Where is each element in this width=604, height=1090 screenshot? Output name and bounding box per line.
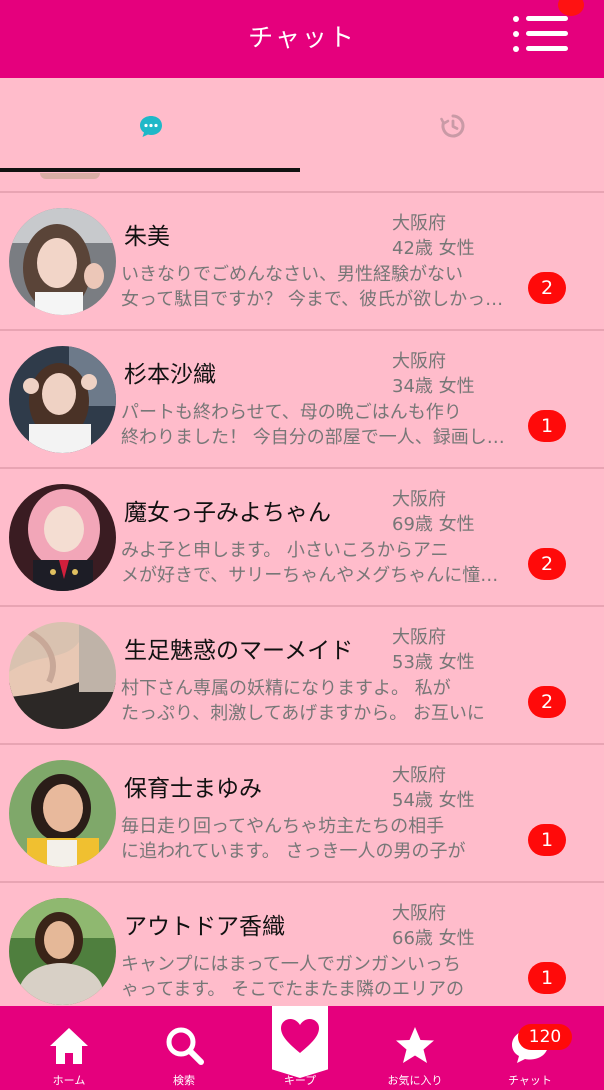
age-gender: 66歳 女性 <box>392 924 475 950</box>
user-name: 生足魅惑のマーメイド <box>124 638 354 664</box>
avatar[interactable] <box>9 622 116 729</box>
user-name: 朱美 <box>124 224 170 250</box>
hamburger-menu-button[interactable] <box>513 12 569 58</box>
nav-label: チャット <box>508 1074 552 1087</box>
message-line: パートも終わらせて、母の晩ごはんも作り <box>121 402 462 423</box>
menu-dot <box>513 31 519 37</box>
gender: 女性 <box>438 238 475 259</box>
chat-list-item[interactable]: 保育士まゆみ 大阪府 54歳 女性 毎日走り回ってやんちゃ坊主たちの相手 に追わ… <box>0 745 604 883</box>
message-line: メが好きで、サリーちゃんやメグちゃんに憧れて <box>121 565 511 586</box>
prefecture: 大阪府 <box>392 213 446 234</box>
home-icon <box>50 1028 88 1064</box>
menu-bar <box>526 46 568 51</box>
gender: 女性 <box>438 514 475 535</box>
age-gender: 34歳 女性 <box>392 372 475 398</box>
avatar[interactable] <box>9 346 116 453</box>
chat-list-item[interactable]: 杉本沙織 大阪府 34歳 女性 パートも終わらせて、母の晩ごはんも作り 終わりま… <box>0 331 604 469</box>
nav-home[interactable]: ホーム <box>9 1006 129 1090</box>
chat-list-item[interactable]: 魔女っ子みよちゃん 大阪府 69歳 女性 みよ子と申します。 小さいころからアニ… <box>0 469 604 607</box>
message-preview: いきなりでごめんなさい、男性経験がない 女って駄目ですか？ 今まで、彼氏が欲しか… <box>121 262 511 312</box>
prefecture: 大阪府 <box>392 903 446 924</box>
heart-icon <box>281 1019 319 1053</box>
chat-list-item[interactable]: 朱美 大阪府 42歳 女性 いきなりでごめんなさい、男性経験がない 女って駄目で… <box>0 193 604 331</box>
user-name: 杉本沙織 <box>124 362 216 388</box>
menu-dot <box>513 16 519 22</box>
chat-list-item[interactable]: 生足魅惑のマーメイド 大阪府 53歳 女性 村下さん専属の妖精になりますよ。 私… <box>0 607 604 745</box>
message-line: 村下さん専属の妖精になりますよ。 私が <box>121 678 451 699</box>
menu-dot <box>513 46 519 52</box>
tab-history[interactable] <box>302 78 604 174</box>
message-preview: キャンプにはまって一人でガンガンいっち ゃってます。 そこでたまたま隣のエリアの <box>121 952 511 1002</box>
age-gender: 69歳 女性 <box>392 510 475 536</box>
prefecture: 大阪府 <box>392 627 446 648</box>
nav-favorites[interactable]: お気に入り <box>355 1006 475 1090</box>
gender: 女性 <box>438 652 475 673</box>
age: 54歳 <box>392 790 433 811</box>
age-gender: 42歳 女性 <box>392 234 475 260</box>
unread-badge: 1 <box>528 962 566 994</box>
avatar[interactable] <box>9 484 116 591</box>
age-gender: 54歳 女性 <box>392 786 475 812</box>
unread-badge: 1 <box>528 410 566 442</box>
age: 34歳 <box>392 376 433 397</box>
message-line: 終わりました！ 今自分の部屋で一人、録画したドラマを <box>121 427 511 448</box>
age-gender: 53歳 女性 <box>392 648 475 674</box>
age: 53歳 <box>392 652 433 673</box>
chat-unread-badge: 120 <box>518 1024 572 1050</box>
user-name: 保育士まゆみ <box>124 776 262 802</box>
menu-notification-dot <box>558 0 584 16</box>
message-line: 毎日走り回ってやんちゃ坊主たちの相手 <box>121 816 445 837</box>
nav-label: お気に入り <box>387 1074 443 1087</box>
message-line: 女って駄目ですか？ 今まで、彼氏が欲しかったんですけど <box>121 289 511 310</box>
prefecture: 大阪府 <box>392 489 446 510</box>
user-name: 魔女っ子みよちゃん <box>124 500 331 526</box>
message-preview: パートも終わらせて、母の晩ごはんも作り 終わりました！ 今自分の部屋で一人、録画… <box>121 400 511 450</box>
prefecture: 大阪府 <box>392 765 446 786</box>
message-preview: みよ子と申します。 小さいころからアニ メが好きで、サリーちゃんやメグちゃんに憧… <box>121 538 511 588</box>
unread-badge: 1 <box>528 824 566 856</box>
chat-tabs <box>0 78 604 193</box>
unread-badge: 2 <box>528 548 566 580</box>
avatar[interactable] <box>9 760 116 867</box>
gender: 女性 <box>438 790 475 811</box>
message-line: たっぷり、刺激してあげますから。 お互いに <box>121 703 485 724</box>
message-line: みよ子と申します。 小さいころからアニ <box>121 540 449 561</box>
menu-bar <box>526 31 568 36</box>
avatar[interactable] <box>9 208 116 315</box>
message-preview: 村下さん専属の妖精になりますよ。 私が たっぷり、刺激してあげますから。 お互い… <box>121 676 511 726</box>
nav-label: 検索 <box>173 1074 195 1087</box>
age: 42歳 <box>392 238 433 259</box>
nav-keep[interactable] <box>272 1006 328 1078</box>
unread-badge: 2 <box>528 686 566 718</box>
star-icon <box>396 1027 434 1063</box>
chat-list-item[interactable]: アウトドア香織 大阪府 66歳 女性 キャンプにはまって一人でガンガンいっち ゃ… <box>0 883 604 1021</box>
prefecture: 大阪府 <box>392 351 446 372</box>
gender: 女性 <box>438 376 475 397</box>
user-name: アウトドア香織 <box>124 914 285 940</box>
app-header: チャット <box>0 0 604 78</box>
gender: 女性 <box>438 928 475 949</box>
avatar[interactable] <box>9 898 116 1005</box>
message-line: いきなりでごめんなさい、男性経験がない <box>121 264 463 285</box>
history-clock-icon <box>440 114 465 138</box>
tab-chat[interactable] <box>0 78 302 174</box>
message-preview: 毎日走り回ってやんちゃ坊主たちの相手 に追われています。 さっき一人の男の子が <box>121 814 511 864</box>
nav-search[interactable]: 検索 <box>124 1006 244 1090</box>
nav-label: キープ <box>283 1074 317 1087</box>
age: 66歳 <box>392 928 433 949</box>
chat-bubble-icon <box>140 116 162 137</box>
message-line: ゃってます。 そこでたまたま隣のエリアの <box>121 979 465 1000</box>
message-line: キャンプにはまって一人でガンガンいっち <box>121 954 461 975</box>
search-icon <box>166 1027 204 1065</box>
active-tab-indicator <box>0 168 300 172</box>
nav-label: ホーム <box>52 1074 86 1087</box>
message-line: に追われています。 さっき一人の男の子が <box>121 841 466 862</box>
unread-badge: 2 <box>528 272 566 304</box>
avatar-sliver <box>40 173 100 179</box>
age: 69歳 <box>392 514 433 535</box>
menu-bar <box>526 16 568 21</box>
